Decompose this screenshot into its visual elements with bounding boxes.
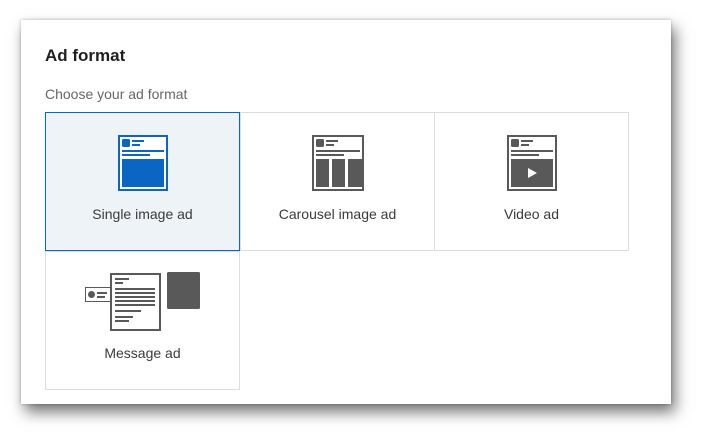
carousel-image-icon <box>312 135 364 191</box>
format-label: Single image ad <box>92 206 193 222</box>
format-label: Video ad <box>503 206 559 222</box>
message-icon <box>85 272 200 331</box>
format-label: Carousel image ad <box>278 206 397 222</box>
format-option-video[interactable]: Video ad <box>434 112 629 251</box>
single-image-icon <box>118 135 168 191</box>
format-option-carousel-image[interactable]: Carousel image ad <box>240 112 435 251</box>
format-option-single-image[interactable]: Single image ad <box>45 112 240 251</box>
format-label: Message ad <box>104 345 181 361</box>
ad-format-panel: Ad format Choose your ad format Single i… <box>21 20 671 404</box>
video-icon <box>507 135 557 191</box>
format-option-message[interactable]: Message ad <box>45 251 240 390</box>
section-title: Ad format <box>45 46 126 65</box>
section-subtitle: Choose your ad format <box>45 86 188 102</box>
